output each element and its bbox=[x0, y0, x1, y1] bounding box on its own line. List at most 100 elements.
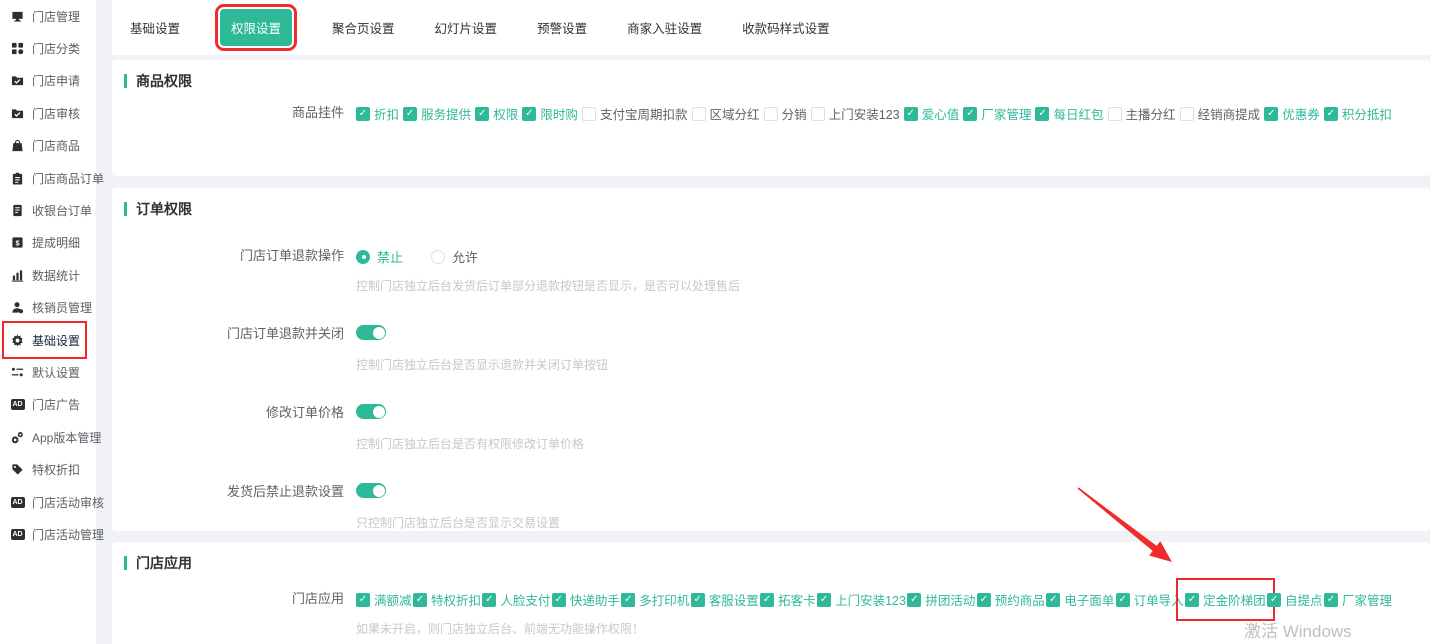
checkbox-option[interactable]: 上门安装123 bbox=[811, 104, 900, 123]
checkbox-option[interactable]: ✓拼团活动 bbox=[907, 590, 975, 609]
sidebar-item-9[interactable]: 数据统计 bbox=[0, 259, 96, 291]
sidebar: 门店管理门店分类门店申请门店审核门店商品门店商品订单收银台订单$提成明细数据统计… bbox=[0, 0, 96, 644]
ad-icon: AD bbox=[10, 399, 25, 410]
checkbox-label: 上门安装123 bbox=[835, 590, 906, 609]
checkbox-label: 区域分红 bbox=[710, 104, 760, 123]
checkbox-option[interactable]: ✓电子面单 bbox=[1046, 590, 1114, 609]
checkbox-option[interactable]: 主播分红 bbox=[1108, 104, 1176, 123]
stats-icon bbox=[10, 269, 25, 282]
help-text: 控制门店独立后台发货后订单部分退款按钮是否显示，是否可以处理售后 bbox=[356, 278, 1410, 294]
checkbox-label: 厂家管理 bbox=[1342, 590, 1392, 609]
checkbox-option[interactable]: ✓折扣 bbox=[356, 104, 399, 123]
sidebar-item-7[interactable]: 收银台订单 bbox=[0, 194, 96, 226]
radio-icon bbox=[431, 250, 445, 264]
checkbox-option[interactable]: ✓服务提供 bbox=[403, 104, 471, 123]
toggle-switch[interactable] bbox=[356, 325, 386, 340]
checkbox-icon: ✓ bbox=[963, 107, 977, 121]
sidebar-item-2[interactable]: 门店分类 bbox=[0, 32, 96, 64]
checkbox-label: 人脸支付 bbox=[500, 590, 550, 609]
checkbox-option[interactable]: ✓多打印机 bbox=[621, 590, 689, 609]
checkbox-option[interactable]: ✓订单导入 bbox=[1116, 590, 1184, 609]
checkbox-icon bbox=[692, 107, 706, 121]
checkbox-option[interactable]: ✓快递助手 bbox=[552, 590, 620, 609]
checkbox-icon bbox=[582, 107, 596, 121]
sidebar-item-16[interactable]: AD门店活动审核 bbox=[0, 486, 96, 518]
checkbox-option[interactable]: ✓权限 bbox=[475, 104, 518, 123]
checkbox-option[interactable]: ✓优惠券 bbox=[1264, 104, 1320, 123]
checkbox-icon: ✓ bbox=[1185, 593, 1199, 607]
checkbox-option[interactable]: 区域分红 bbox=[692, 104, 760, 123]
checkbox-option[interactable]: ✓上门安装123 bbox=[817, 590, 906, 609]
sidebar-item-13[interactable]: AD 门店广告 bbox=[0, 389, 96, 421]
checkbox-label: 上门安装123 bbox=[829, 104, 900, 123]
sidebar-item-10[interactable]: 核销员管理 bbox=[0, 292, 96, 324]
default-icon bbox=[10, 366, 25, 379]
sidebar-item-8[interactable]: $提成明细 bbox=[0, 227, 96, 259]
checkbox-option[interactable]: ✓人脸支付 bbox=[482, 590, 550, 609]
checkbox-option[interactable]: ✓自提点 bbox=[1267, 590, 1323, 609]
checkbox-option[interactable]: ✓厂家管理 bbox=[963, 104, 1031, 123]
sidebar-item-label: 提成明细 bbox=[32, 234, 80, 251]
sidebar-item-label: 门店广告 bbox=[32, 396, 80, 413]
tab-4[interactable]: 幻灯片设置 bbox=[435, 18, 498, 37]
main-content: 基础设置 权限设置 聚合页设置 幻灯片设置 预警设置 商家入驻设置 收款码样式设置 商品权限… bbox=[112, 0, 1430, 644]
radio-option[interactable]: 允许 bbox=[431, 247, 478, 266]
tab-3[interactable]: 聚合页设置 bbox=[332, 18, 395, 37]
section-title: 商品权限 bbox=[124, 74, 1410, 88]
row-label: 修改订单价格 bbox=[118, 404, 356, 422]
checkbox-option[interactable]: ✓限时购 bbox=[522, 104, 578, 123]
checkbox-option[interactable]: ✓拓客卡 bbox=[760, 590, 816, 609]
checkbox-option[interactable]: ✓爱心值 bbox=[904, 104, 960, 123]
checkbox-option[interactable]: 经销商提成 bbox=[1180, 104, 1261, 123]
checkbox-label: 折扣 bbox=[374, 104, 399, 123]
help-text: 控制门店独立后台是否显示退款并关闭订单按钮 bbox=[356, 357, 1410, 373]
windows-activation-watermark: 激活 Windows bbox=[1244, 617, 1352, 642]
verifier-icon bbox=[10, 301, 25, 314]
radio-option[interactable]: 禁止 bbox=[356, 247, 403, 266]
checkbox-option[interactable]: ✓满额减 bbox=[356, 590, 412, 609]
checkbox-option[interactable]: ✓每日红包 bbox=[1035, 104, 1103, 123]
sidebar-item-label: 门店活动管理 bbox=[32, 526, 104, 543]
apply-icon bbox=[10, 74, 25, 87]
checkbox-label: 特权折扣 bbox=[431, 590, 481, 609]
checkbox-option[interactable]: 分销 bbox=[764, 104, 807, 123]
checkbox-option[interactable]: ✓定金阶梯团 bbox=[1185, 590, 1266, 609]
tab-6[interactable]: 商家入驻设置 bbox=[627, 18, 702, 37]
section-title: 门店应用 bbox=[124, 556, 1410, 570]
checkbox-option[interactable]: ✓厂家管理 bbox=[1324, 590, 1392, 609]
checkbox-option[interactable]: ✓ 特权折扣 bbox=[413, 590, 481, 609]
app-version-icon bbox=[10, 431, 25, 444]
sidebar-item-12[interactable]: 默认设置 bbox=[0, 356, 96, 388]
sidebar-item-6[interactable]: 门店商品订单 bbox=[0, 162, 96, 194]
radio-label: 允许 bbox=[452, 247, 478, 266]
toggle-switch[interactable] bbox=[356, 483, 386, 498]
sidebar-item-5[interactable]: 门店商品 bbox=[0, 130, 96, 162]
checkbox-icon: ✓ bbox=[760, 593, 774, 607]
checkbox-icon: ✓ bbox=[413, 593, 427, 607]
tab-1[interactable]: 基础设置 bbox=[130, 18, 180, 37]
checkbox-label: 经销商提成 bbox=[1198, 104, 1261, 123]
sidebar-item-1[interactable]: 门店管理 bbox=[0, 0, 96, 32]
sidebar-item-14[interactable]: App版本管理 bbox=[0, 421, 96, 453]
sidebar-item-label: 基础设置 bbox=[32, 332, 80, 349]
checkbox-option[interactable]: 支付宝周期扣款 bbox=[582, 104, 688, 123]
setting-row: 门店订单退款并关闭控制门店独立后台是否显示退款并关闭订单按钮 bbox=[118, 325, 1410, 373]
checkbox-option[interactable]: ✓积分抵扣 bbox=[1324, 104, 1392, 123]
sidebar-item-3[interactable]: 门店申请 bbox=[0, 65, 96, 97]
sidebar-item-17[interactable]: AD门店活动管理 bbox=[0, 518, 96, 550]
sidebar-item-label: App版本管理 bbox=[32, 429, 101, 446]
sidebar-item-15[interactable]: 特权折扣 bbox=[0, 453, 96, 485]
sidebar-item-11[interactable]: 基础设置 bbox=[0, 324, 96, 356]
toggle-switch[interactable] bbox=[356, 404, 386, 419]
tab-2[interactable]: 权限设置 bbox=[220, 9, 292, 46]
checkbox-icon: ✓ bbox=[1324, 107, 1338, 121]
tab-7[interactable]: 收款码样式设置 bbox=[742, 18, 830, 37]
tab-bar: 基础设置 权限设置 聚合页设置 幻灯片设置 预警设置 商家入驻设置 收款码样式设置 bbox=[112, 0, 1430, 55]
tab-5[interactable]: 预警设置 bbox=[537, 18, 587, 37]
checkbox-label: 爱心值 bbox=[922, 104, 960, 123]
checkbox-option[interactable]: ✓预约商品 bbox=[977, 590, 1045, 609]
checkbox-label: 分销 bbox=[782, 104, 807, 123]
checkbox-icon bbox=[764, 107, 778, 121]
checkbox-option[interactable]: ✓客服设置 bbox=[691, 590, 759, 609]
sidebar-item-4[interactable]: 门店审核 bbox=[0, 97, 96, 129]
